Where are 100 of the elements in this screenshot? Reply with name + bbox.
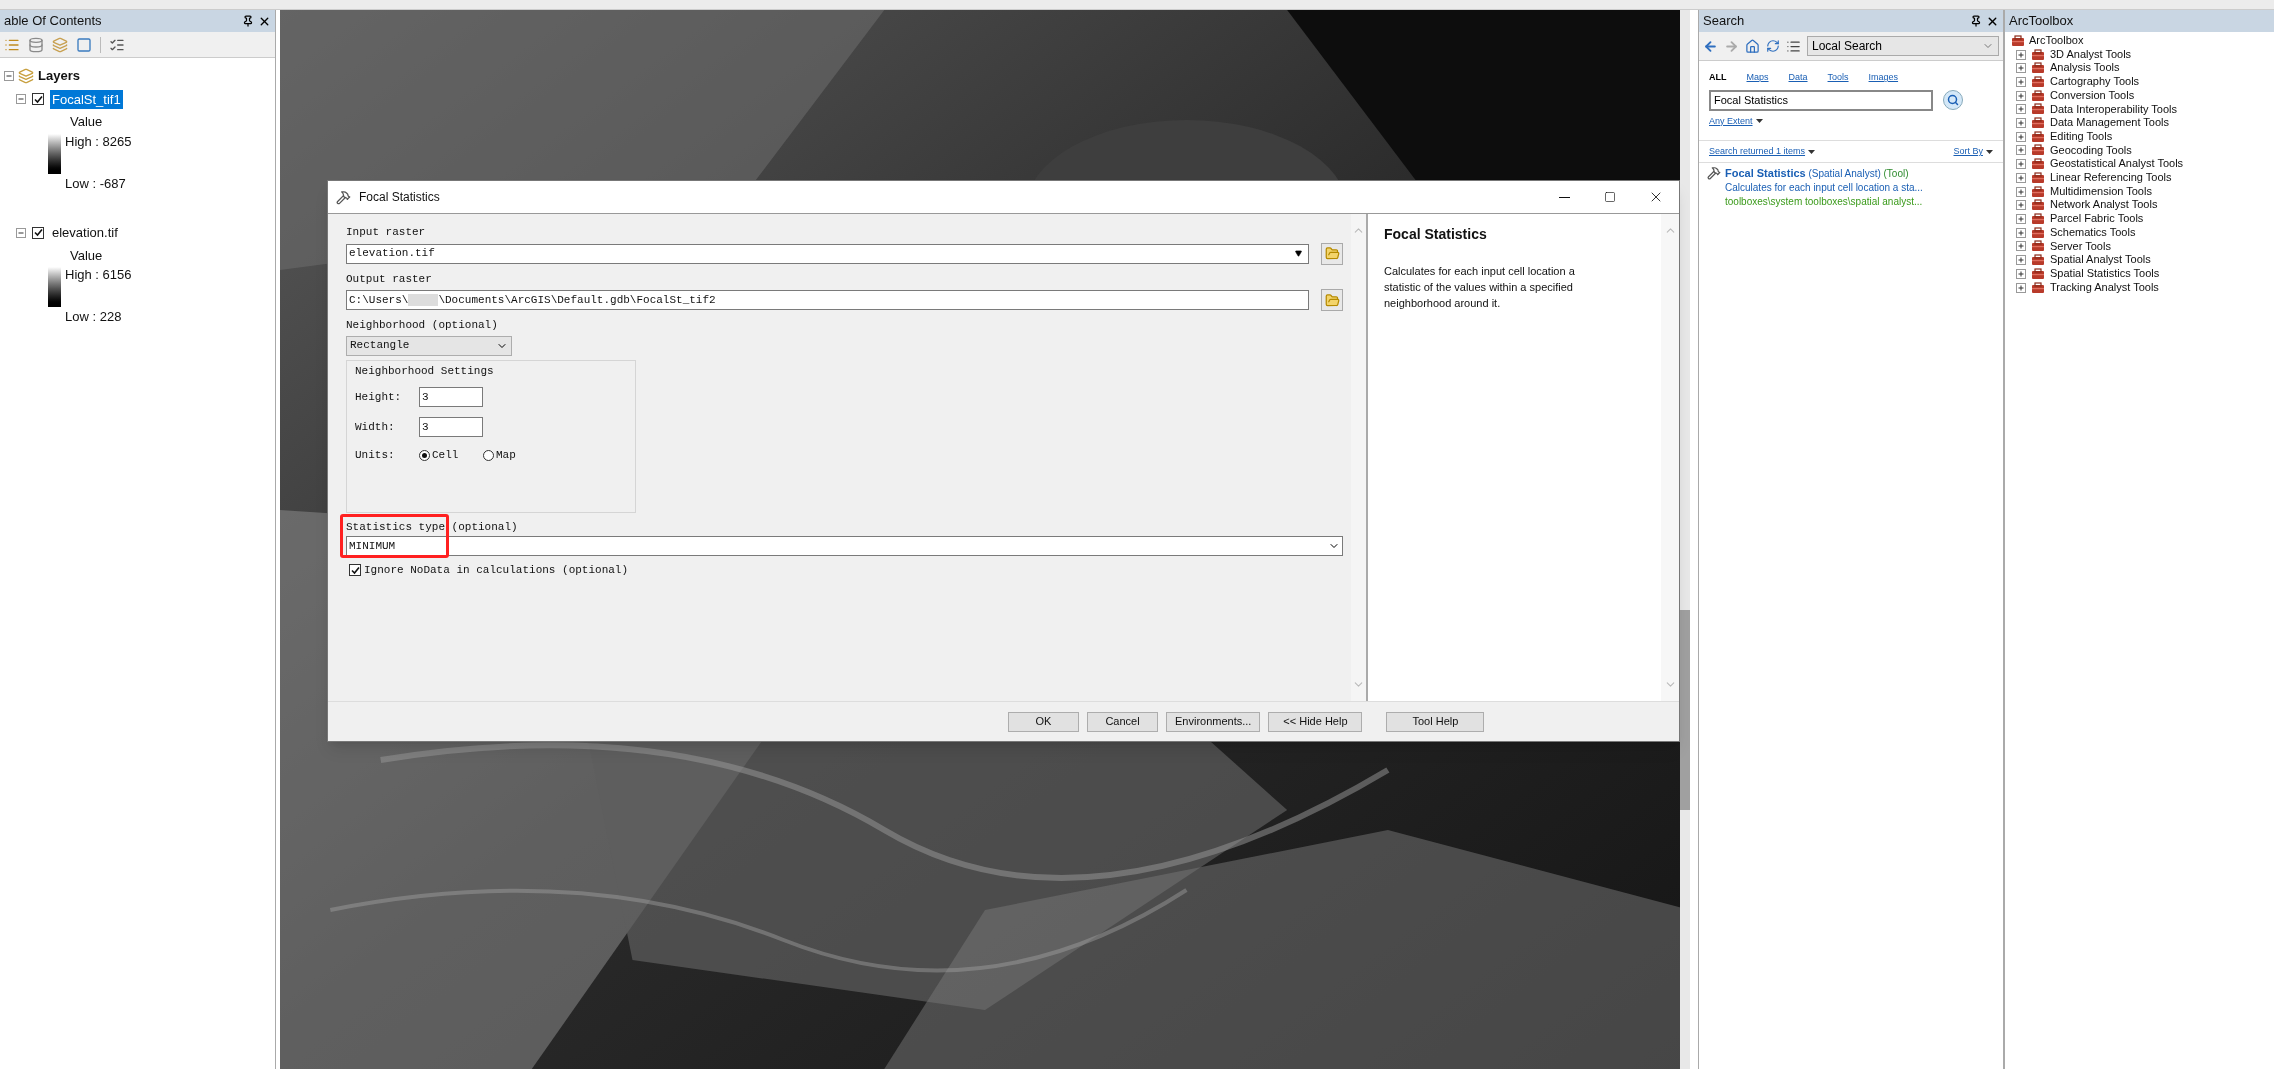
expand-icon[interactable] xyxy=(2016,282,2026,293)
tree-item[interactable]: Parcel Fabric Tools xyxy=(2050,212,2144,226)
legend-high: High : 6156 xyxy=(65,266,132,284)
result-title[interactable]: Focal Statistics (Spatial Analyst) (Tool) xyxy=(1725,165,1923,181)
browse-button[interactable] xyxy=(1321,242,1343,265)
tree-item[interactable]: Geocoding Tools xyxy=(2050,143,2132,158)
caret-icon[interactable] xyxy=(1808,149,1816,154)
search-tab[interactable]: Maps xyxy=(1746,71,1769,85)
expand-icon[interactable] xyxy=(2016,227,2026,238)
tree-item[interactable]: Schematics Tools xyxy=(2050,225,2136,240)
collapse-icon[interactable] xyxy=(16,94,26,105)
panel-title: Search xyxy=(1703,12,1745,31)
toolbox-icon xyxy=(2031,226,2045,239)
input-raster-dropdown[interactable]: elevation.tif xyxy=(346,243,1309,264)
tree-item[interactable]: Spatial Statistics Tools xyxy=(2050,266,2160,281)
hammer-icon xyxy=(1707,165,1721,180)
dialog-button[interactable]: Environments... xyxy=(1166,711,1261,732)
expand-icon[interactable] xyxy=(2016,186,2026,197)
sort-link[interactable]: Sort By xyxy=(1953,145,1983,159)
expand-icon[interactable] xyxy=(2016,172,2026,183)
results-summary-link[interactable]: Search returned 1 items xyxy=(1709,145,1806,159)
checkbox[interactable] xyxy=(349,564,361,577)
caret-icon[interactable] xyxy=(1755,119,1763,124)
checkbox[interactable] xyxy=(32,226,44,239)
toolbox-icon xyxy=(2031,89,2045,102)
tree-item[interactable]: Spatial Analyst Tools xyxy=(2050,253,2151,267)
search-icon[interactable] xyxy=(1943,90,1963,110)
collapse-icon[interactable] xyxy=(16,227,26,238)
field-label: Output raster xyxy=(346,271,433,287)
expand-icon[interactable] xyxy=(2016,214,2026,224)
legend-low: Low : 228 xyxy=(65,308,123,326)
database-icon[interactable] xyxy=(28,36,44,53)
checkbox[interactable] xyxy=(32,93,44,106)
scope-dropdown[interactable]: Local Search xyxy=(1807,36,1999,56)
expand-icon[interactable] xyxy=(2016,63,2026,74)
search-tab[interactable]: Images xyxy=(1868,71,1899,85)
toolbox-icon xyxy=(2031,199,2045,212)
expand-icon[interactable] xyxy=(2016,49,2026,60)
pin-icon[interactable] xyxy=(1970,15,1982,27)
neighborhood-dropdown[interactable]: Rectangle xyxy=(346,335,512,356)
expand-icon[interactable] xyxy=(2016,104,2026,115)
back-icon[interactable] xyxy=(1703,38,1718,54)
radio-option[interactable]: Cell xyxy=(419,447,483,464)
dialog-button[interactable]: OK xyxy=(1008,711,1079,732)
collapse-icon[interactable] xyxy=(4,70,14,81)
pin-icon[interactable] xyxy=(242,15,254,27)
tree-item[interactable]: Server Tools xyxy=(2050,239,2111,254)
expand-icon[interactable] xyxy=(2016,255,2026,266)
tree-item[interactable]: Data Interoperability Tools xyxy=(2050,102,2177,117)
layers-icon xyxy=(18,67,34,84)
toolbox-icon xyxy=(2031,171,2045,184)
tree-item[interactable]: Editing Tools xyxy=(2050,129,2113,144)
search-tab[interactable]: Tools xyxy=(1827,71,1849,85)
caret-icon[interactable] xyxy=(1986,149,1993,154)
layer-name[interactable]: FocalSt_tif1 xyxy=(50,89,123,109)
dialog-button[interactable]: << Hide Help xyxy=(1268,711,1363,732)
tree-item[interactable]: Linear Referencing Tools xyxy=(2050,171,2172,185)
tree-item[interactable]: Geostatistical Analyst Tools xyxy=(2050,157,2184,172)
expand-icon[interactable] xyxy=(2016,118,2026,129)
tree-item[interactable]: Analysis Tools xyxy=(2050,61,2120,76)
toolbox-icon xyxy=(2031,103,2045,116)
statistics-type-dropdown[interactable]: MINIMUM xyxy=(346,536,1343,556)
layer-name[interactable]: elevation.tif xyxy=(50,223,120,243)
search-tab[interactable]: Data xyxy=(1788,71,1808,85)
expand-icon[interactable] xyxy=(2016,241,2026,252)
dialog-button[interactable]: Cancel xyxy=(1087,711,1158,732)
tree-item[interactable]: Network Analyst Tools xyxy=(2050,198,2158,213)
tree-item[interactable]: Data Management Tools xyxy=(2050,116,2170,130)
expand-icon[interactable] xyxy=(2016,90,2026,101)
search-tab[interactable]: ALL xyxy=(1709,71,1727,85)
expand-icon[interactable] xyxy=(2016,76,2026,87)
tree-item[interactable]: Multidimension Tools xyxy=(2050,184,2152,199)
tree-item[interactable]: Layers xyxy=(38,66,80,86)
toolbox-icon xyxy=(2031,267,2045,280)
list-icon[interactable] xyxy=(1786,38,1801,54)
browse-button[interactable] xyxy=(1321,289,1343,311)
expand-icon[interactable] xyxy=(2016,145,2026,156)
tree-item[interactable]: Cartography Tools xyxy=(2050,75,2140,89)
toolbox-icon xyxy=(2031,254,2045,267)
toolbox-icon xyxy=(2031,281,2045,294)
radio-option[interactable]: Map xyxy=(483,447,547,464)
home-icon[interactable] xyxy=(1745,38,1760,54)
tree-item[interactable]: 3D Analyst Tools xyxy=(2050,47,2132,62)
help-text: Calculates for each input cell location a statistic of the values within a specified neighborhood around it. xyxy=(1384,264,1576,311)
expand-icon[interactable] xyxy=(2016,131,2026,142)
width-field[interactable]: 3 xyxy=(419,417,483,437)
legend-field: Value xyxy=(70,112,271,132)
height-field[interactable]: 3 xyxy=(419,387,483,407)
expand-icon[interactable] xyxy=(2016,200,2026,211)
extent-link[interactable]: Any Extent xyxy=(1709,114,1753,128)
refresh-icon[interactable] xyxy=(1766,39,1780,53)
field-label: Input raster xyxy=(346,225,427,240)
expand-icon[interactable] xyxy=(2016,159,2026,170)
dialog-button[interactable]: Tool Help xyxy=(1386,711,1485,732)
tree-item[interactable]: Tracking Analyst Tools xyxy=(2050,280,2159,295)
tree-item[interactable]: ArcToolbox xyxy=(2029,34,2084,48)
expand-icon[interactable] xyxy=(2016,268,2026,279)
output-raster-field[interactable]: C:\Users\ \Documents\ArcGIS\Default.gdb\FocalSt_tif2 xyxy=(346,290,1309,310)
tree-item[interactable]: Conversion Tools xyxy=(2050,88,2135,103)
search-field[interactable]: Focal Statistics xyxy=(1709,89,1933,111)
